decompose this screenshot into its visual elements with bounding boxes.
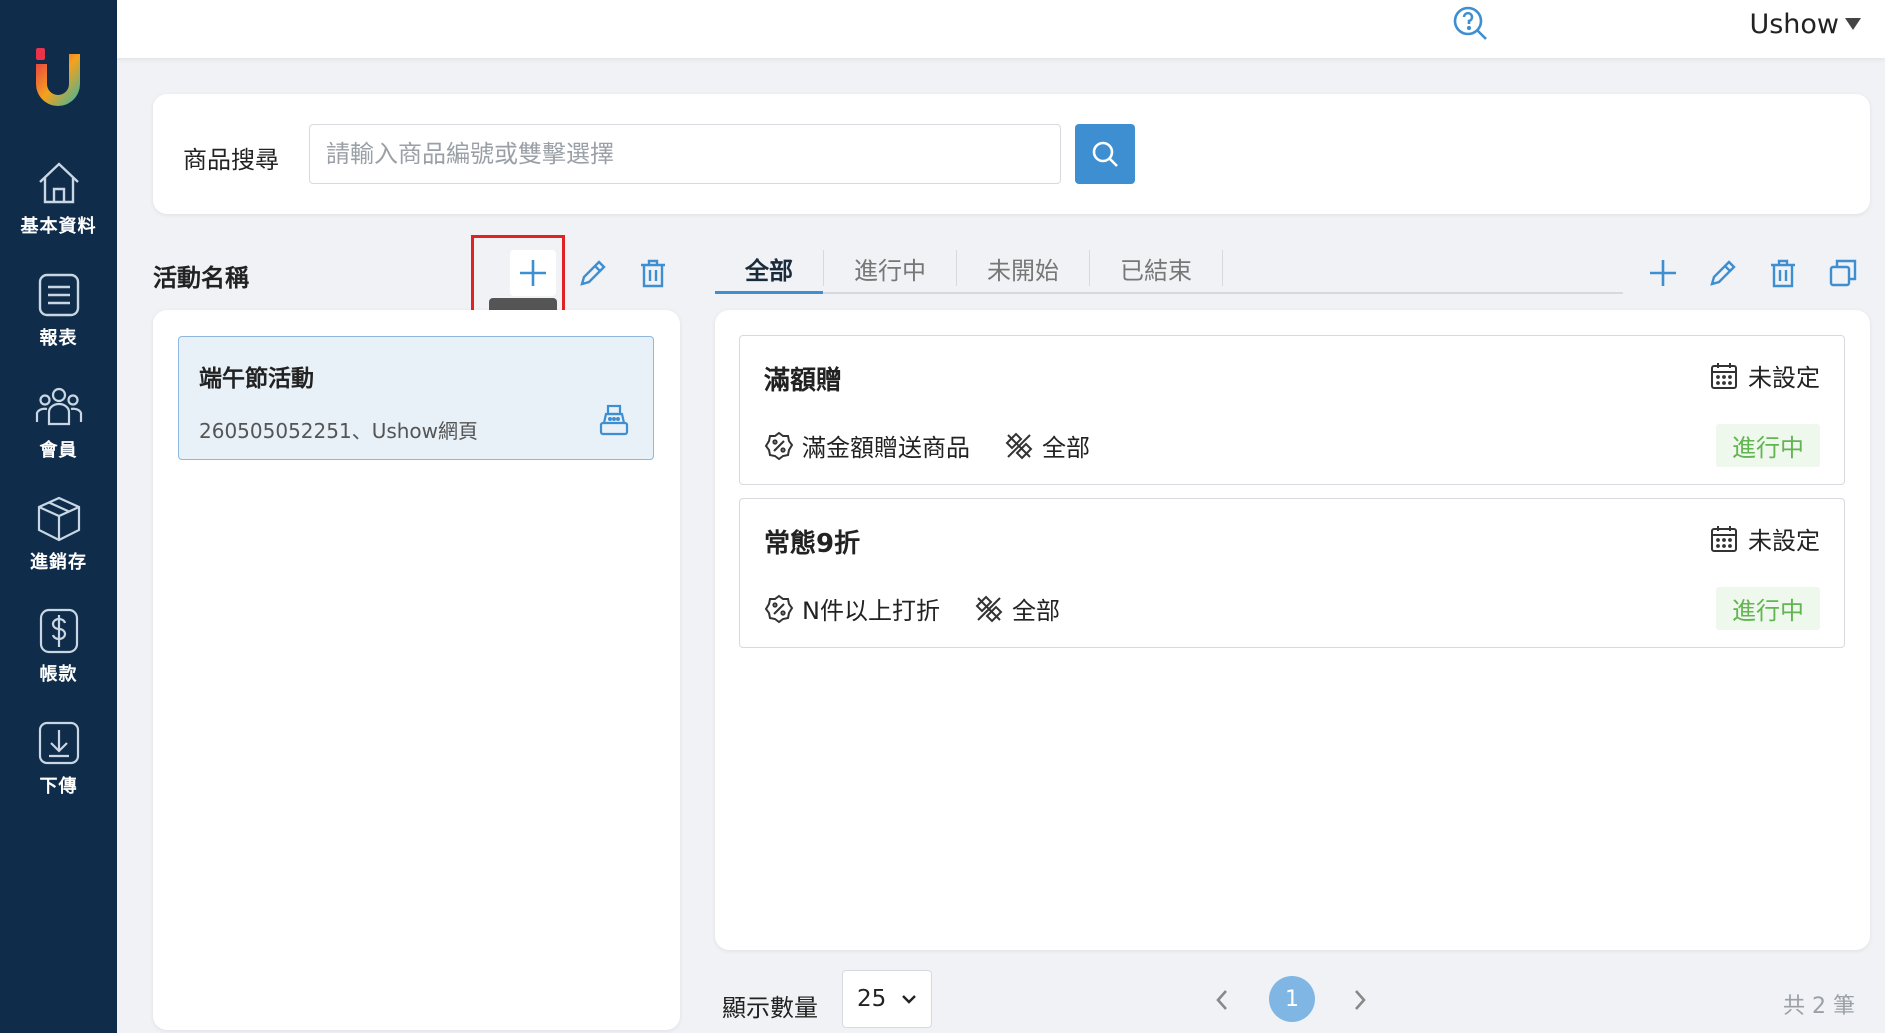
edit-activity-button[interactable] (573, 253, 613, 293)
sidebar-item-label: 帳款 (39, 664, 78, 685)
sidebar-item-accounts[interactable]: 帳款 (0, 606, 117, 706)
sidebar-item-label: 報表 (39, 328, 78, 349)
promotion-type: N件以上打折 (764, 591, 940, 626)
tab-divider (1222, 250, 1223, 286)
promotion-scope-text: 全部 (1042, 434, 1090, 462)
discount-badge-icon (764, 594, 794, 623)
sidebar-item-label: 進銷存 (30, 552, 87, 573)
plus-icon (520, 260, 546, 286)
promotion-type-text: 滿金額贈送商品 (802, 434, 970, 462)
next-page-button[interactable] (1345, 982, 1375, 1018)
home-icon (38, 162, 79, 204)
delete-promotion-button[interactable] (1763, 253, 1803, 293)
promotion-card[interactable]: 滿額贈 未設定 滿金額贈送商品 全部 進行中 (739, 335, 1845, 485)
chevron-right-icon (1355, 990, 1366, 1010)
plus-icon (1650, 260, 1676, 286)
tab-ended[interactable]: 已結束 (1090, 244, 1222, 292)
trash-icon (1771, 259, 1795, 288)
tab-all[interactable]: 全部 (715, 244, 823, 294)
edit-promotion-button[interactable] (1703, 253, 1743, 293)
caret-down-icon (1845, 18, 1861, 30)
chevron-left-icon (1216, 990, 1227, 1010)
status-badge: 進行中 (1716, 424, 1820, 467)
sidebar-item-members[interactable]: 會員 (0, 382, 117, 482)
copy-promotion-button[interactable] (1823, 253, 1863, 293)
status-tabs: 全部 進行中 未開始 已結束 (715, 244, 1623, 294)
promotion-card[interactable]: 常態9折 未設定 N件以上打折 全部 進行中 (739, 498, 1845, 648)
promotion-meta: N件以上打折 全部 (764, 591, 1094, 626)
tab-in-progress[interactable]: 進行中 (824, 244, 956, 292)
promotion-scope: 全部 (974, 591, 1060, 626)
delete-activity-button[interactable] (633, 253, 673, 293)
promotion-list-panel: 滿額贈 未設定 滿金額贈送商品 全部 進行中 常態9折 未設定 N件以上打折 全… (715, 310, 1870, 950)
activity-card[interactable]: 端午節活動 260505052251、Ushow網頁 (178, 336, 654, 460)
copy-icon (1829, 259, 1857, 287)
page-size-select[interactable]: 25 (842, 970, 932, 1028)
page-size-value: 25 (857, 986, 887, 1012)
promotion-scope-text: 全部 (1011, 597, 1060, 625)
calendar-icon (1711, 525, 1737, 552)
promotion-meta: 滿金額贈送商品 全部 (764, 428, 1124, 463)
sidebar-item-basic-info[interactable]: 基本資料 (0, 158, 117, 258)
pencil-icon (580, 260, 606, 286)
sidebar-item-label: 會員 (39, 440, 78, 461)
prev-page-button[interactable] (1207, 982, 1237, 1018)
inventory-box-icon (37, 496, 80, 542)
search-label: 商品搜尋 (183, 146, 279, 174)
sidebar: 基本資料 報表 會員 進銷存 帳款 下傳 (0, 0, 117, 1033)
calendar-icon (1711, 362, 1737, 389)
search-icon (1092, 141, 1118, 167)
activity-detail: 260505052251、Ushow網頁 (199, 419, 479, 443)
promotion-name: 常態9折 (764, 529, 861, 559)
status-badge: 進行中 (1716, 587, 1820, 630)
ushow-logo (36, 48, 80, 106)
user-menu[interactable]: Ushow (1749, 4, 1861, 44)
page-number-current[interactable]: 1 (1269, 976, 1315, 1022)
total-count: 共 2 筆 (1783, 994, 1855, 1019)
add-activity-button[interactable] (510, 250, 556, 296)
activity-name: 端午節活動 (199, 366, 314, 392)
promotion-type: 滿金額贈送商品 (764, 428, 970, 463)
add-promotion-button[interactable] (1643, 253, 1683, 293)
promotion-name: 滿額贈 (764, 366, 843, 396)
tab-not-started[interactable]: 未開始 (957, 244, 1089, 292)
search-button[interactable] (1075, 124, 1135, 184)
members-icon (35, 387, 82, 426)
discount-badge-icon (764, 431, 794, 460)
top-bar: Ushow (117, 0, 1885, 58)
promotion-scope: 全部 (1004, 428, 1090, 463)
promotion-date-text: 未設定 (1748, 364, 1820, 392)
cash-register-icon (599, 404, 629, 436)
trash-icon (641, 259, 665, 288)
page-size-label: 顯示數量 (722, 994, 818, 1022)
activity-list-panel: 端午節活動 260505052251、Ushow網頁 (153, 310, 680, 1030)
promotion-date: 未設定 (1710, 358, 1820, 393)
sidebar-item-download[interactable]: 下傳 (0, 718, 117, 818)
promotion-date-text: 未設定 (1748, 527, 1820, 555)
report-icon (38, 273, 79, 317)
sidebar-item-label: 基本資料 (20, 216, 97, 237)
pencil-icon (1710, 260, 1736, 286)
dollar-icon (39, 608, 78, 654)
store-scope-icon (975, 595, 1003, 622)
chevron-down-icon (902, 995, 916, 1004)
activity-list-title: 活動名稱 (153, 264, 249, 292)
store-scope-icon (1005, 432, 1033, 459)
user-name: Ushow (1749, 8, 1839, 40)
search-input[interactable] (309, 124, 1061, 184)
sidebar-item-label: 下傳 (39, 776, 78, 797)
help-search-icon[interactable] (1451, 4, 1489, 42)
sidebar-item-report[interactable]: 報表 (0, 270, 117, 370)
download-icon (38, 721, 79, 765)
promotion-date: 未設定 (1710, 521, 1820, 556)
sidebar-item-inventory[interactable]: 進銷存 (0, 494, 117, 594)
promotion-type-text: N件以上打折 (802, 597, 940, 625)
search-panel: 商品搜尋 (153, 94, 1870, 214)
